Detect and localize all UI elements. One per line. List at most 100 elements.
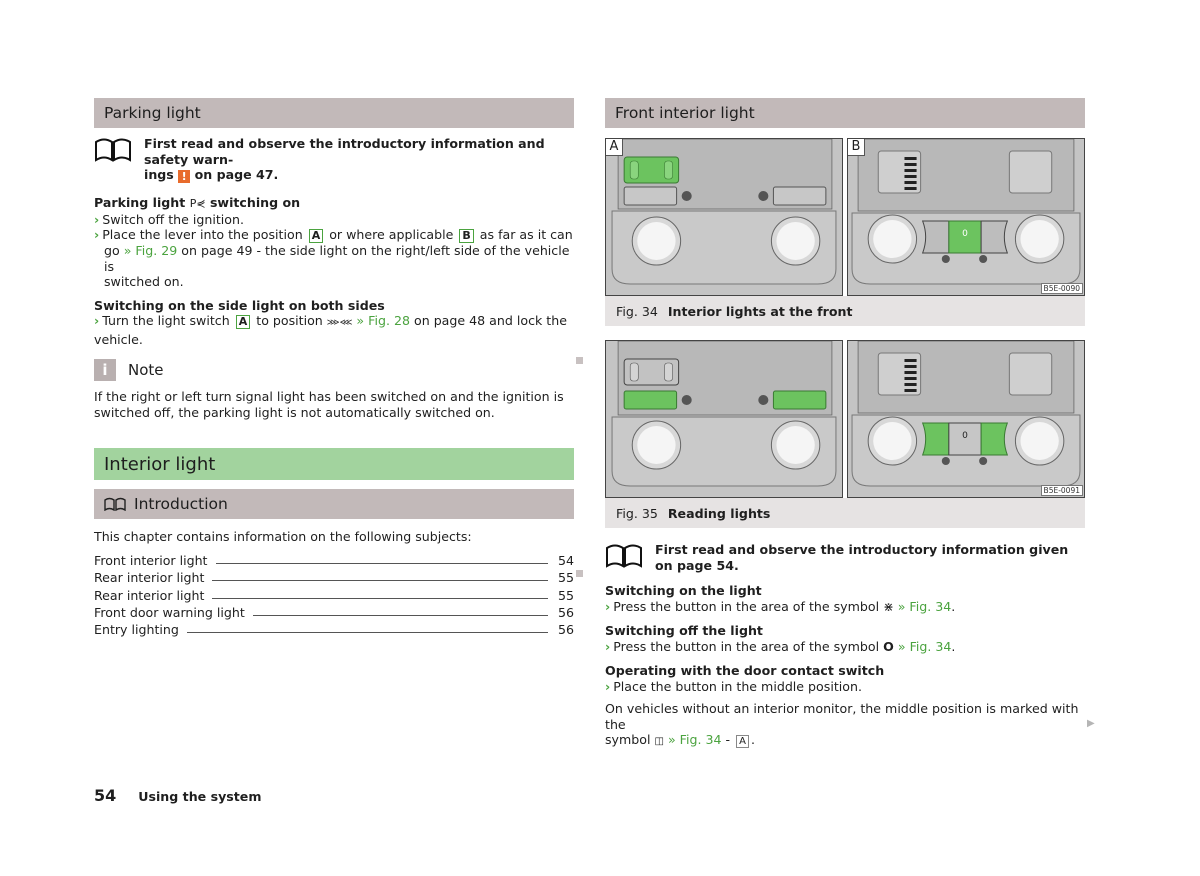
read-first-page-ref: on page 47. — [194, 167, 279, 182]
monitor-text: symbol — [605, 732, 651, 747]
chapter-header-interior-light: Interior light — [94, 448, 574, 480]
subheading: Switching on the light — [605, 583, 762, 598]
step-text: Press the button in the area of the symb… — [613, 598, 880, 614]
subheading: Parking light — [94, 195, 186, 210]
figure-caption-text: Reading lights — [667, 505, 771, 521]
figure-link[interactable]: » Fig. 28 — [356, 313, 410, 328]
right-column: Front interior light A 0 B B5E-0090 Fig.… — [605, 98, 1085, 750]
section-header-parking-light: Parking light — [94, 98, 574, 128]
switch-position-zero: 0 — [962, 431, 968, 441]
figure-link[interactable]: » Fig. 34 — [668, 732, 722, 747]
info-icon: i — [94, 359, 116, 381]
figure-link[interactable]: » Fig. 29 — [124, 243, 178, 258]
note-text: If the right or left turn signal light h… — [94, 389, 574, 420]
figure-link[interactable]: » Fig. 34 — [898, 599, 952, 614]
figure-panel-b: 0 B B5E-0090 — [847, 138, 1085, 296]
figure-caption: Fig. 34 Interior lights at the front — [605, 296, 1085, 326]
switch-position-zero: 0 — [962, 229, 968, 239]
section-end-marker — [576, 357, 583, 364]
separator: - — [725, 732, 731, 747]
position-label-b: B — [459, 229, 474, 243]
toc-page-number: 56 — [558, 605, 575, 621]
chevron-right-icon: › — [605, 678, 611, 694]
toc-label: Rear interior light — [94, 587, 205, 603]
note-title: Note — [128, 361, 164, 379]
read-first-notice: First read and observe the introductory … — [94, 136, 574, 183]
section-end-marker — [576, 570, 583, 577]
book-icon — [104, 497, 126, 511]
off-symbol-icon: O — [883, 638, 894, 654]
section-title: Front interior light — [615, 104, 755, 122]
toc-item[interactable]: Front interior light 54 — [94, 551, 574, 568]
left-column: Parking light First read and observe the… — [94, 98, 574, 637]
step-text: as far as it can — [479, 227, 573, 242]
figure-code: B5E-0091 — [1040, 485, 1083, 496]
toc-page-number: 55 — [558, 587, 575, 603]
figure-number: Fig. 34 — [616, 303, 658, 319]
roof-console-illustration-b: 0 — [848, 341, 1084, 497]
roof-console-illustration-a — [606, 139, 842, 295]
toc-item[interactable]: Rear interior light 55 — [94, 568, 574, 585]
page-number: 54 — [94, 786, 117, 805]
toc-leader-line — [252, 615, 548, 617]
toc-label: Front interior light — [94, 552, 208, 568]
figure-image: A 0 B B5E-0090 — [605, 138, 1085, 296]
toc-item[interactable]: Entry lighting 56 — [94, 620, 574, 637]
figure-caption: Fig. 35 Reading lights — [605, 498, 1085, 528]
footer-section-title: Using the system — [138, 789, 262, 804]
panel-label-a: A — [606, 139, 623, 156]
side-light-symbol-icon: ⋙⋘ — [326, 318, 353, 328]
figure-35: 0 B5E-0091 Fig. 35 Reading lights — [605, 340, 1085, 528]
chevron-right-icon: › — [94, 211, 100, 227]
parking-light-steps: Parking light P⋞ switching on › Switch of… — [94, 195, 574, 347]
figure-caption-text: Interior lights at the front — [667, 303, 853, 319]
figure-image: 0 B5E-0091 — [605, 340, 1085, 498]
toc-label: Front door warning light — [94, 605, 245, 621]
note-text-line: If the right or left turn signal light h… — [94, 389, 564, 404]
toc-leader-line — [212, 580, 548, 582]
continue-arrow-icon: ▶ — [1087, 718, 1095, 729]
toc-leader-line — [215, 562, 548, 564]
read-first-text-2: ings — [144, 167, 174, 182]
chapter-title: Interior light — [104, 453, 216, 475]
figure-panel-a: A — [605, 138, 843, 296]
step-text: or where applicable — [329, 227, 454, 242]
chevron-right-icon: › — [605, 598, 611, 614]
subheading: Operating with the door contact switch — [605, 663, 885, 678]
toc-page-number: 54 — [558, 552, 575, 568]
subheading: Switching off the light — [605, 623, 763, 638]
toc-item[interactable]: Rear interior light 55 — [94, 585, 575, 603]
section-title: Parking light — [104, 104, 201, 122]
figure-number: Fig. 35 — [616, 505, 658, 521]
parking-light-symbol-icon: P⋞ — [189, 197, 206, 210]
toc-item[interactable]: Front door warning light 56 — [94, 603, 574, 620]
toc-label: Rear interior light — [94, 570, 205, 586]
monitor-text: On vehicles without an interior monitor,… — [605, 701, 1079, 732]
book-icon — [606, 544, 642, 568]
figure-panel-b: 0 B5E-0091 — [847, 340, 1085, 498]
read-first-notice: First read and observe the introductory … — [605, 542, 1085, 573]
chevron-right-icon: › — [94, 313, 100, 328]
warning-icon: ! — [178, 170, 191, 183]
figure-link[interactable]: » Fig. 34 — [898, 639, 952, 654]
position-label-a: A — [235, 315, 251, 329]
page-footer: 54 Using the system — [94, 786, 261, 805]
switching-instructions: Switching on the light › Press the button… — [605, 583, 1085, 750]
read-first-text: First read and observe the introductory … — [655, 542, 1069, 573]
read-first-text: First read and observe the introductory … — [144, 136, 545, 167]
step-text: Switch off the ignition. — [102, 211, 244, 227]
figure-code: B5E-0090 — [1040, 283, 1083, 294]
step-text: switched on. — [104, 274, 184, 289]
subheading-rest: switching on — [209, 195, 301, 210]
figure-panel-a — [605, 340, 843, 498]
section-header-front-interior-light: Front interior light — [605, 98, 1085, 128]
step-text: go — [104, 243, 120, 258]
chevron-right-icon: › — [94, 227, 100, 242]
panel-label-b: B — [848, 139, 865, 156]
note-header: i Note — [94, 359, 574, 381]
toc-leader-line — [212, 597, 548, 599]
roof-console-illustration-b: 0 — [848, 139, 1084, 295]
step-text: Press the button in the area of the symb… — [613, 638, 880, 654]
interior-light-on-symbol-icon: ⋇ — [883, 598, 894, 614]
intro-text: This chapter contains information on the… — [94, 529, 472, 544]
